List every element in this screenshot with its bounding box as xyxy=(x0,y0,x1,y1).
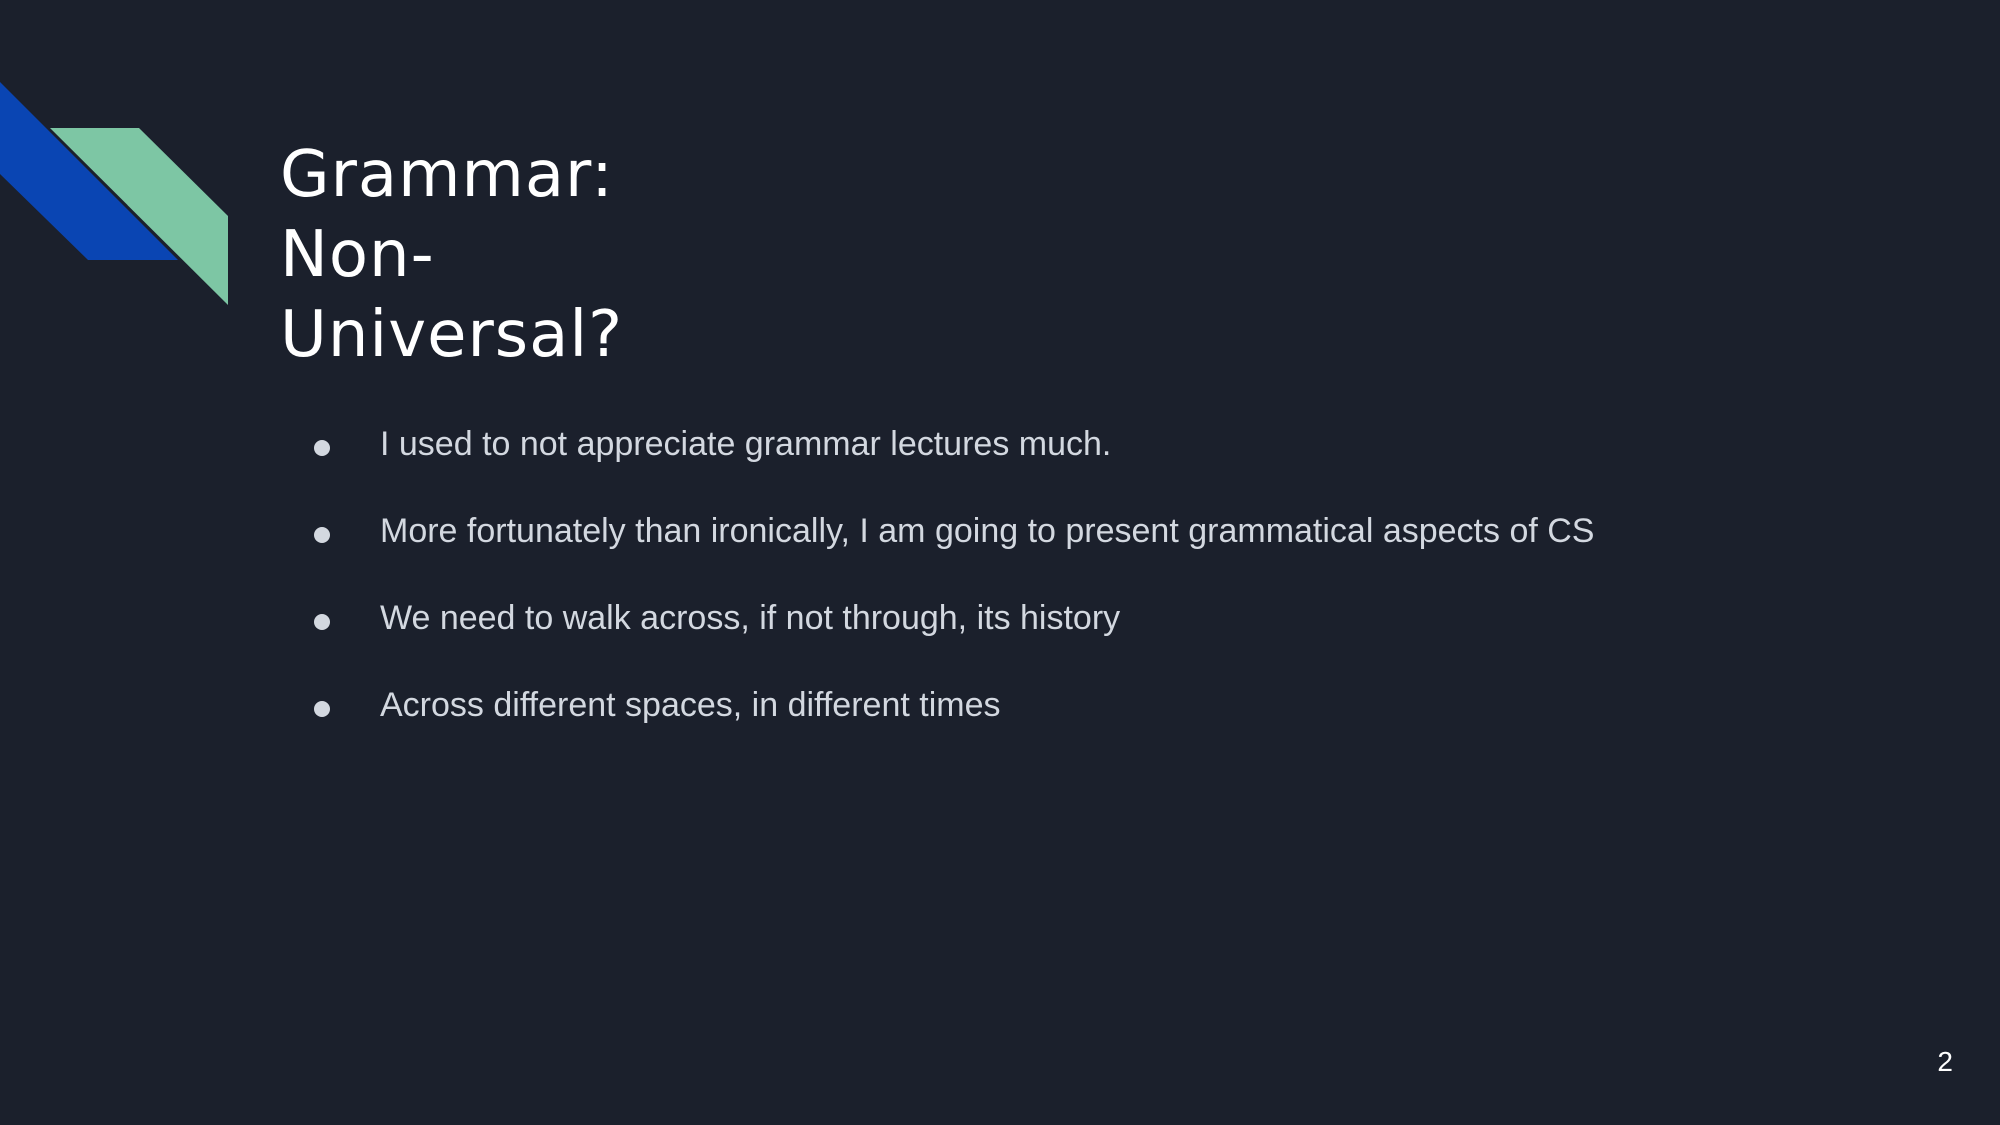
bullet-item: Across different spaces, in different ti… xyxy=(300,679,1800,766)
bullet-dot-icon xyxy=(314,614,330,630)
slide: Grammar: Non- Universal? I used to not a… xyxy=(0,0,2000,1125)
bullet-dot-icon xyxy=(314,440,330,456)
slide-title: Grammar: Non- Universal? xyxy=(280,135,780,375)
bullet-dot-icon xyxy=(314,701,330,717)
bullet-text: More fortunately than ironically, I am g… xyxy=(380,512,1595,550)
title-line: Grammar: xyxy=(280,138,614,212)
title-line: Non- xyxy=(280,218,435,292)
bullet-item: More fortunately than ironically, I am g… xyxy=(300,505,1800,592)
bullet-item: We need to walk across, if not through, … xyxy=(300,592,1800,679)
corner-accent-graphic xyxy=(0,82,228,305)
title-line: Universal? xyxy=(280,298,624,372)
bullet-dot-icon xyxy=(314,527,330,543)
bullet-text: I used to not appreciate grammar lecture… xyxy=(380,425,1112,463)
bullet-text: Across different spaces, in different ti… xyxy=(380,686,1001,724)
bullet-text: We need to walk across, if not through, … xyxy=(380,599,1121,637)
bullet-list: I used to not appreciate grammar lecture… xyxy=(300,418,1800,766)
page-number: 2 xyxy=(1937,1046,1953,1077)
bullet-item: I used to not appreciate grammar lecture… xyxy=(300,418,1800,505)
